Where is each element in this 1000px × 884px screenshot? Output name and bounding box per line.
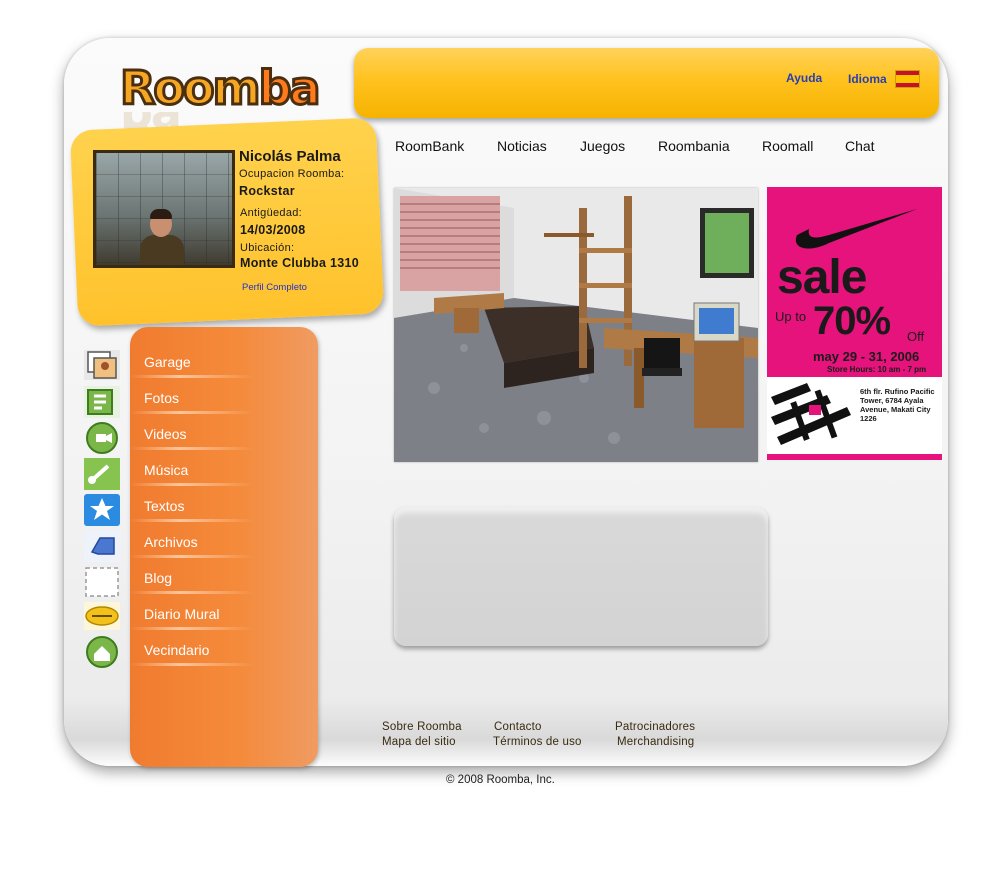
logo-text-ba: ba (257, 60, 322, 117)
nav-roombank[interactable]: RoomBank (395, 138, 464, 154)
seniority-value: 14/03/2008 (240, 223, 306, 237)
ad-percent-text: 70% (813, 299, 891, 343)
menu-item-vecindario[interactable]: Vecindario (130, 634, 254, 666)
nav-roomall[interactable]: Roomall (762, 138, 813, 154)
occupation-value: Rockstar (239, 184, 295, 198)
help-link[interactable]: Ayuda (786, 71, 822, 85)
menu-item-musica[interactable]: Música (130, 454, 254, 486)
footer-contact-link[interactable]: Contacto (494, 721, 542, 733)
garage-icon[interactable] (82, 346, 122, 382)
photos-icon[interactable] (82, 384, 122, 420)
menu-item-archivos[interactable]: Archivos (130, 526, 254, 558)
location-label: Ubicación: (240, 242, 295, 254)
ad-address-text: 6th flr. Rufino Pacific Tower, 6784 Ayal… (860, 387, 935, 423)
footer-sitemap-link[interactable]: Mapa del sitio (382, 736, 456, 748)
nav-roombania[interactable]: Roombania (658, 138, 730, 154)
occupation-label: Ocupacion Roomba: (239, 168, 345, 180)
footer-terms-link[interactable]: Términos de uso (493, 736, 582, 748)
footer-sponsors-link[interactable]: Patrocinadores (615, 721, 695, 733)
logo-text-room: Room (119, 60, 263, 117)
ad-dates-text: may 29 - 31, 2006 (813, 349, 920, 364)
room-image[interactable] (394, 188, 758, 462)
bulletin-icon[interactable] (82, 598, 122, 634)
language-link[interactable]: Idioma (848, 72, 887, 86)
music-icon[interactable] (82, 456, 122, 492)
content-panel (394, 507, 768, 646)
footer-merch-link[interactable]: Merchandising (617, 736, 694, 748)
ad-upto-text: Up to (775, 309, 807, 324)
neighborhood-icon[interactable] (82, 634, 122, 670)
menu-item-garage[interactable]: Garage (130, 346, 254, 378)
seniority-label: Antigüedad: (240, 207, 303, 219)
nav-noticias[interactable]: Noticias (497, 138, 547, 154)
profile-photo[interactable] (93, 150, 235, 268)
nav-chat[interactable]: Chat (845, 138, 875, 154)
copyright: © 2008 Roomba, Inc. (446, 774, 555, 786)
blog-icon[interactable] (82, 564, 122, 600)
profile-name: Nicolás Palma (239, 148, 341, 165)
spain-flag-icon[interactable] (895, 70, 920, 88)
nike-sale-ad[interactable]: sale Up to 70% Off may 29 - 31, 2006 Sto… (767, 187, 942, 460)
footer-about-link[interactable]: Sobre Roomba (382, 721, 462, 733)
ad-hours-text: Store Hours: 10 am - 7 pm (827, 365, 927, 374)
top-bar: Ayuda Idioma (354, 48, 939, 118)
menu-item-textos[interactable]: Textos (130, 490, 254, 522)
full-profile-link[interactable]: Perfil Completo (242, 282, 307, 293)
menu-item-videos[interactable]: Videos (130, 418, 254, 450)
ad-off-text: Off (907, 329, 925, 344)
menu-item-diario-mural[interactable]: Diario Mural (130, 598, 254, 630)
roomba-logo[interactable]: Roomba (119, 58, 323, 118)
menu-item-blog[interactable]: Blog (130, 562, 254, 594)
ad-sale-text: sale (777, 251, 867, 304)
menu-item-fotos[interactable]: Fotos (130, 382, 254, 414)
videos-icon[interactable] (82, 420, 122, 456)
nav-juegos[interactable]: Juegos (580, 138, 625, 154)
texts-icon[interactable] (82, 492, 122, 528)
location-value: Monte Clubba 1310 (240, 256, 360, 270)
files-icon[interactable] (82, 528, 122, 564)
nike-swoosh-icon (795, 209, 917, 249)
person-figure (140, 209, 184, 265)
